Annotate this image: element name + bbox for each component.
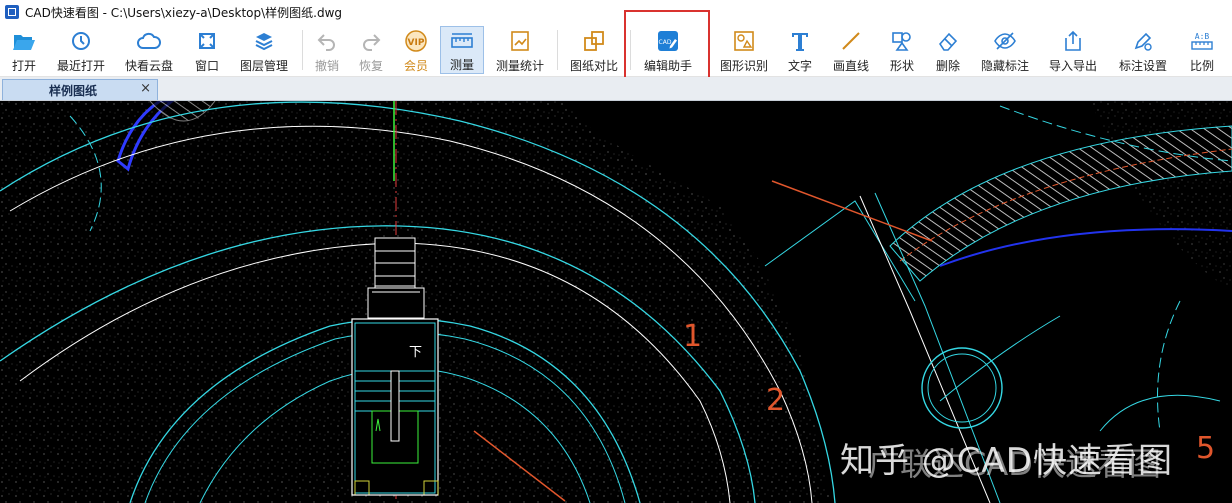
app-logo-icon <box>5 5 19 19</box>
vip-badge-icon: VIP <box>404 29 428 53</box>
eraser-icon <box>936 29 960 53</box>
shape-recognize-button[interactable]: 图形识别 <box>716 26 772 74</box>
drawing-canvas[interactable]: 1 2 5 下 广联达CAD快速看图 知乎 @CAD快速看图 <box>0 101 1232 503</box>
delete-button[interactable]: 删除 <box>930 26 966 74</box>
shape-recognize-icon <box>732 29 756 53</box>
line-draw-icon <box>839 29 863 53</box>
shape-button[interactable]: 形状 <box>884 26 920 74</box>
main-toolbar: 打开 最近打开 快看云盘 窗口 图层管理 撤销 恢复 VIP 会员 测量 测量统… <box>0 10 1232 83</box>
vip-button[interactable]: VIP 会员 <box>398 26 434 74</box>
edit-cad-icon: CAD <box>656 29 680 53</box>
document-tab-strip: 样例图纸 × <box>0 77 1232 101</box>
toolbar-separator <box>302 30 303 70</box>
stair-direction-label: 下 <box>409 345 423 360</box>
brand-watermark: 知乎 @CAD快速看图 <box>840 441 1173 481</box>
svg-text:VIP: VIP <box>408 38 425 48</box>
clock-icon <box>69 29 93 53</box>
compare-button[interactable]: 图纸对比 <box>566 26 622 74</box>
toolbar-separator <box>630 30 631 70</box>
measure-button[interactable]: 测量 <box>440 26 484 74</box>
hide-annotation-button[interactable]: 隐藏标注 <box>976 26 1034 74</box>
layers-button[interactable]: 图层管理 <box>236 26 292 74</box>
svg-text:CAD: CAD <box>659 39 672 46</box>
tab-close-icon[interactable]: × <box>140 81 151 96</box>
undo-icon <box>315 29 339 53</box>
window-title: CAD快速看图 - C:\Users\xiezy-a\Desktop\样例图纸.… <box>25 5 343 20</box>
pen-gear-icon <box>1131 29 1155 53</box>
open-button[interactable]: 打开 <box>4 26 44 74</box>
text-t-icon <box>788 29 812 53</box>
measure-stats-button[interactable]: 测量统计 <box>492 26 548 74</box>
edit-assistant-button[interactable]: CAD 编辑助手 <box>638 26 698 74</box>
scale-ab-icon: A:B <box>1190 29 1214 53</box>
tab-sample-drawing[interactable]: 样例图纸 × <box>2 79 158 100</box>
redo-button[interactable]: 恢复 <box>354 26 388 74</box>
cloud-icon <box>137 29 161 53</box>
svg-text:A:B: A:B <box>1195 32 1210 41</box>
annotation-settings-button[interactable]: 标注设置 <box>1114 26 1172 74</box>
undo-button[interactable]: 撤销 <box>310 26 344 74</box>
scale-button[interactable]: A:B 比例 <box>1182 26 1222 74</box>
window-icon <box>195 29 219 53</box>
toolbar-separator <box>557 30 558 70</box>
drawing-label-2: 2 <box>766 383 786 418</box>
window-button[interactable]: 窗口 <box>188 26 226 74</box>
redo-icon <box>359 29 383 53</box>
drawing-label-5: 5 <box>1196 431 1216 466</box>
shapes-icon <box>890 29 914 53</box>
tab-label: 样例图纸 <box>49 84 98 98</box>
title-bar: CAD快速看图 - C:\Users\xiezy-a\Desktop\样例图纸.… <box>0 0 1232 24</box>
text-button[interactable]: 文字 <box>782 26 818 74</box>
folder-open-icon <box>12 29 36 53</box>
import-export-button[interactable]: 导入导出 <box>1044 26 1102 74</box>
cloud-button[interactable]: 快看云盘 <box>120 26 178 74</box>
eye-hidden-icon <box>993 29 1017 53</box>
export-icon <box>1061 29 1085 53</box>
drawing-label-1: 1 <box>683 319 703 354</box>
chart-ruler-icon <box>508 29 532 53</box>
ruler-icon <box>450 30 474 52</box>
layers-icon <box>252 29 276 53</box>
recent-button[interactable]: 最近打开 <box>52 26 110 74</box>
compare-sheets-icon <box>582 29 606 53</box>
draw-line-button[interactable]: 画直线 <box>828 26 874 74</box>
